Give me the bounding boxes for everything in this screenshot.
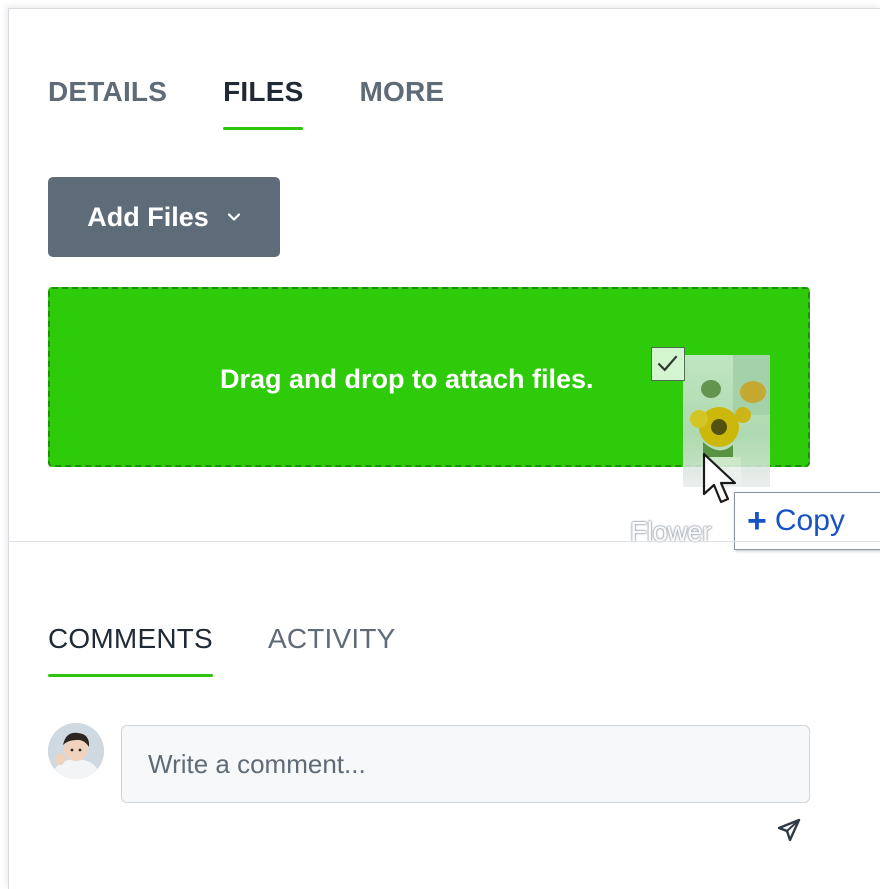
bottom-tab-bar: COMMENTS ACTIVITY (48, 623, 451, 677)
add-files-label: Add Files (87, 201, 209, 232)
plus-icon: + (747, 501, 767, 540)
chevron-down-icon (227, 213, 240, 221)
tab-activity[interactable]: ACTIVITY (268, 623, 396, 677)
dragged-file-name: Flower (630, 516, 712, 547)
copy-label: Copy (774, 504, 845, 537)
avatar (48, 723, 104, 779)
tab-details[interactable]: DETAILS (48, 76, 167, 130)
add-files-button[interactable]: Add Files (48, 177, 280, 257)
tab-more[interactable]: MORE (359, 76, 444, 130)
section-divider (8, 541, 880, 542)
tab-files[interactable]: FILES (223, 76, 304, 130)
send-icon[interactable] (776, 817, 802, 843)
dropzone-message: Drag and drop to attach files. (220, 364, 594, 394)
top-tab-bar: DETAILS FILES MORE (48, 76, 500, 130)
tab-comments[interactable]: COMMENTS (48, 623, 213, 677)
checkbox-checked-icon (651, 347, 685, 381)
comment-input[interactable] (121, 725, 810, 803)
